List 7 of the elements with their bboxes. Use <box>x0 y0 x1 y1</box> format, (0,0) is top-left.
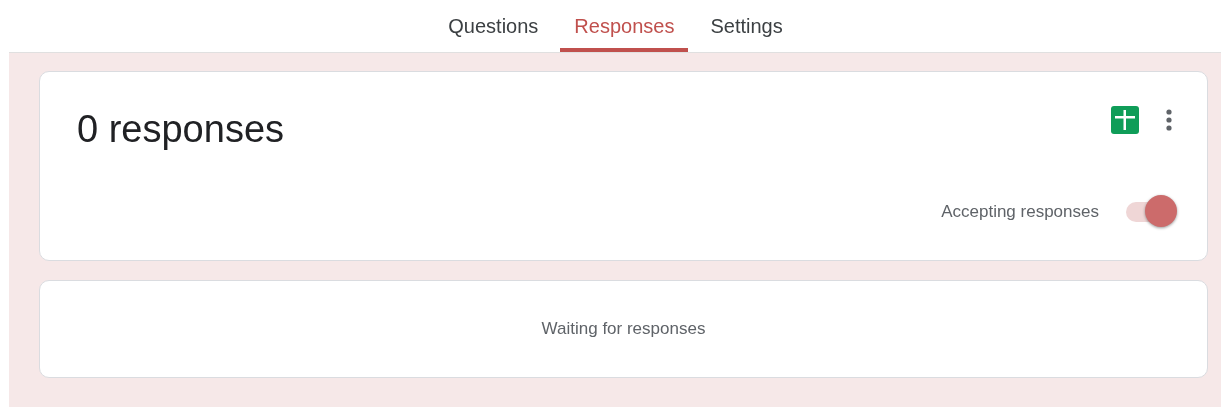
tab[interactable]: Questions <box>434 0 553 52</box>
accepting-label: Accepting responses <box>941 202 1099 222</box>
response-count: 0 responses <box>77 108 284 151</box>
more-options-icon[interactable] <box>1165 108 1173 132</box>
tab[interactable]: Settings <box>696 0 797 52</box>
waiting-message: Waiting for responses <box>541 319 706 339</box>
spreadsheet-icon[interactable] <box>1111 106 1139 134</box>
